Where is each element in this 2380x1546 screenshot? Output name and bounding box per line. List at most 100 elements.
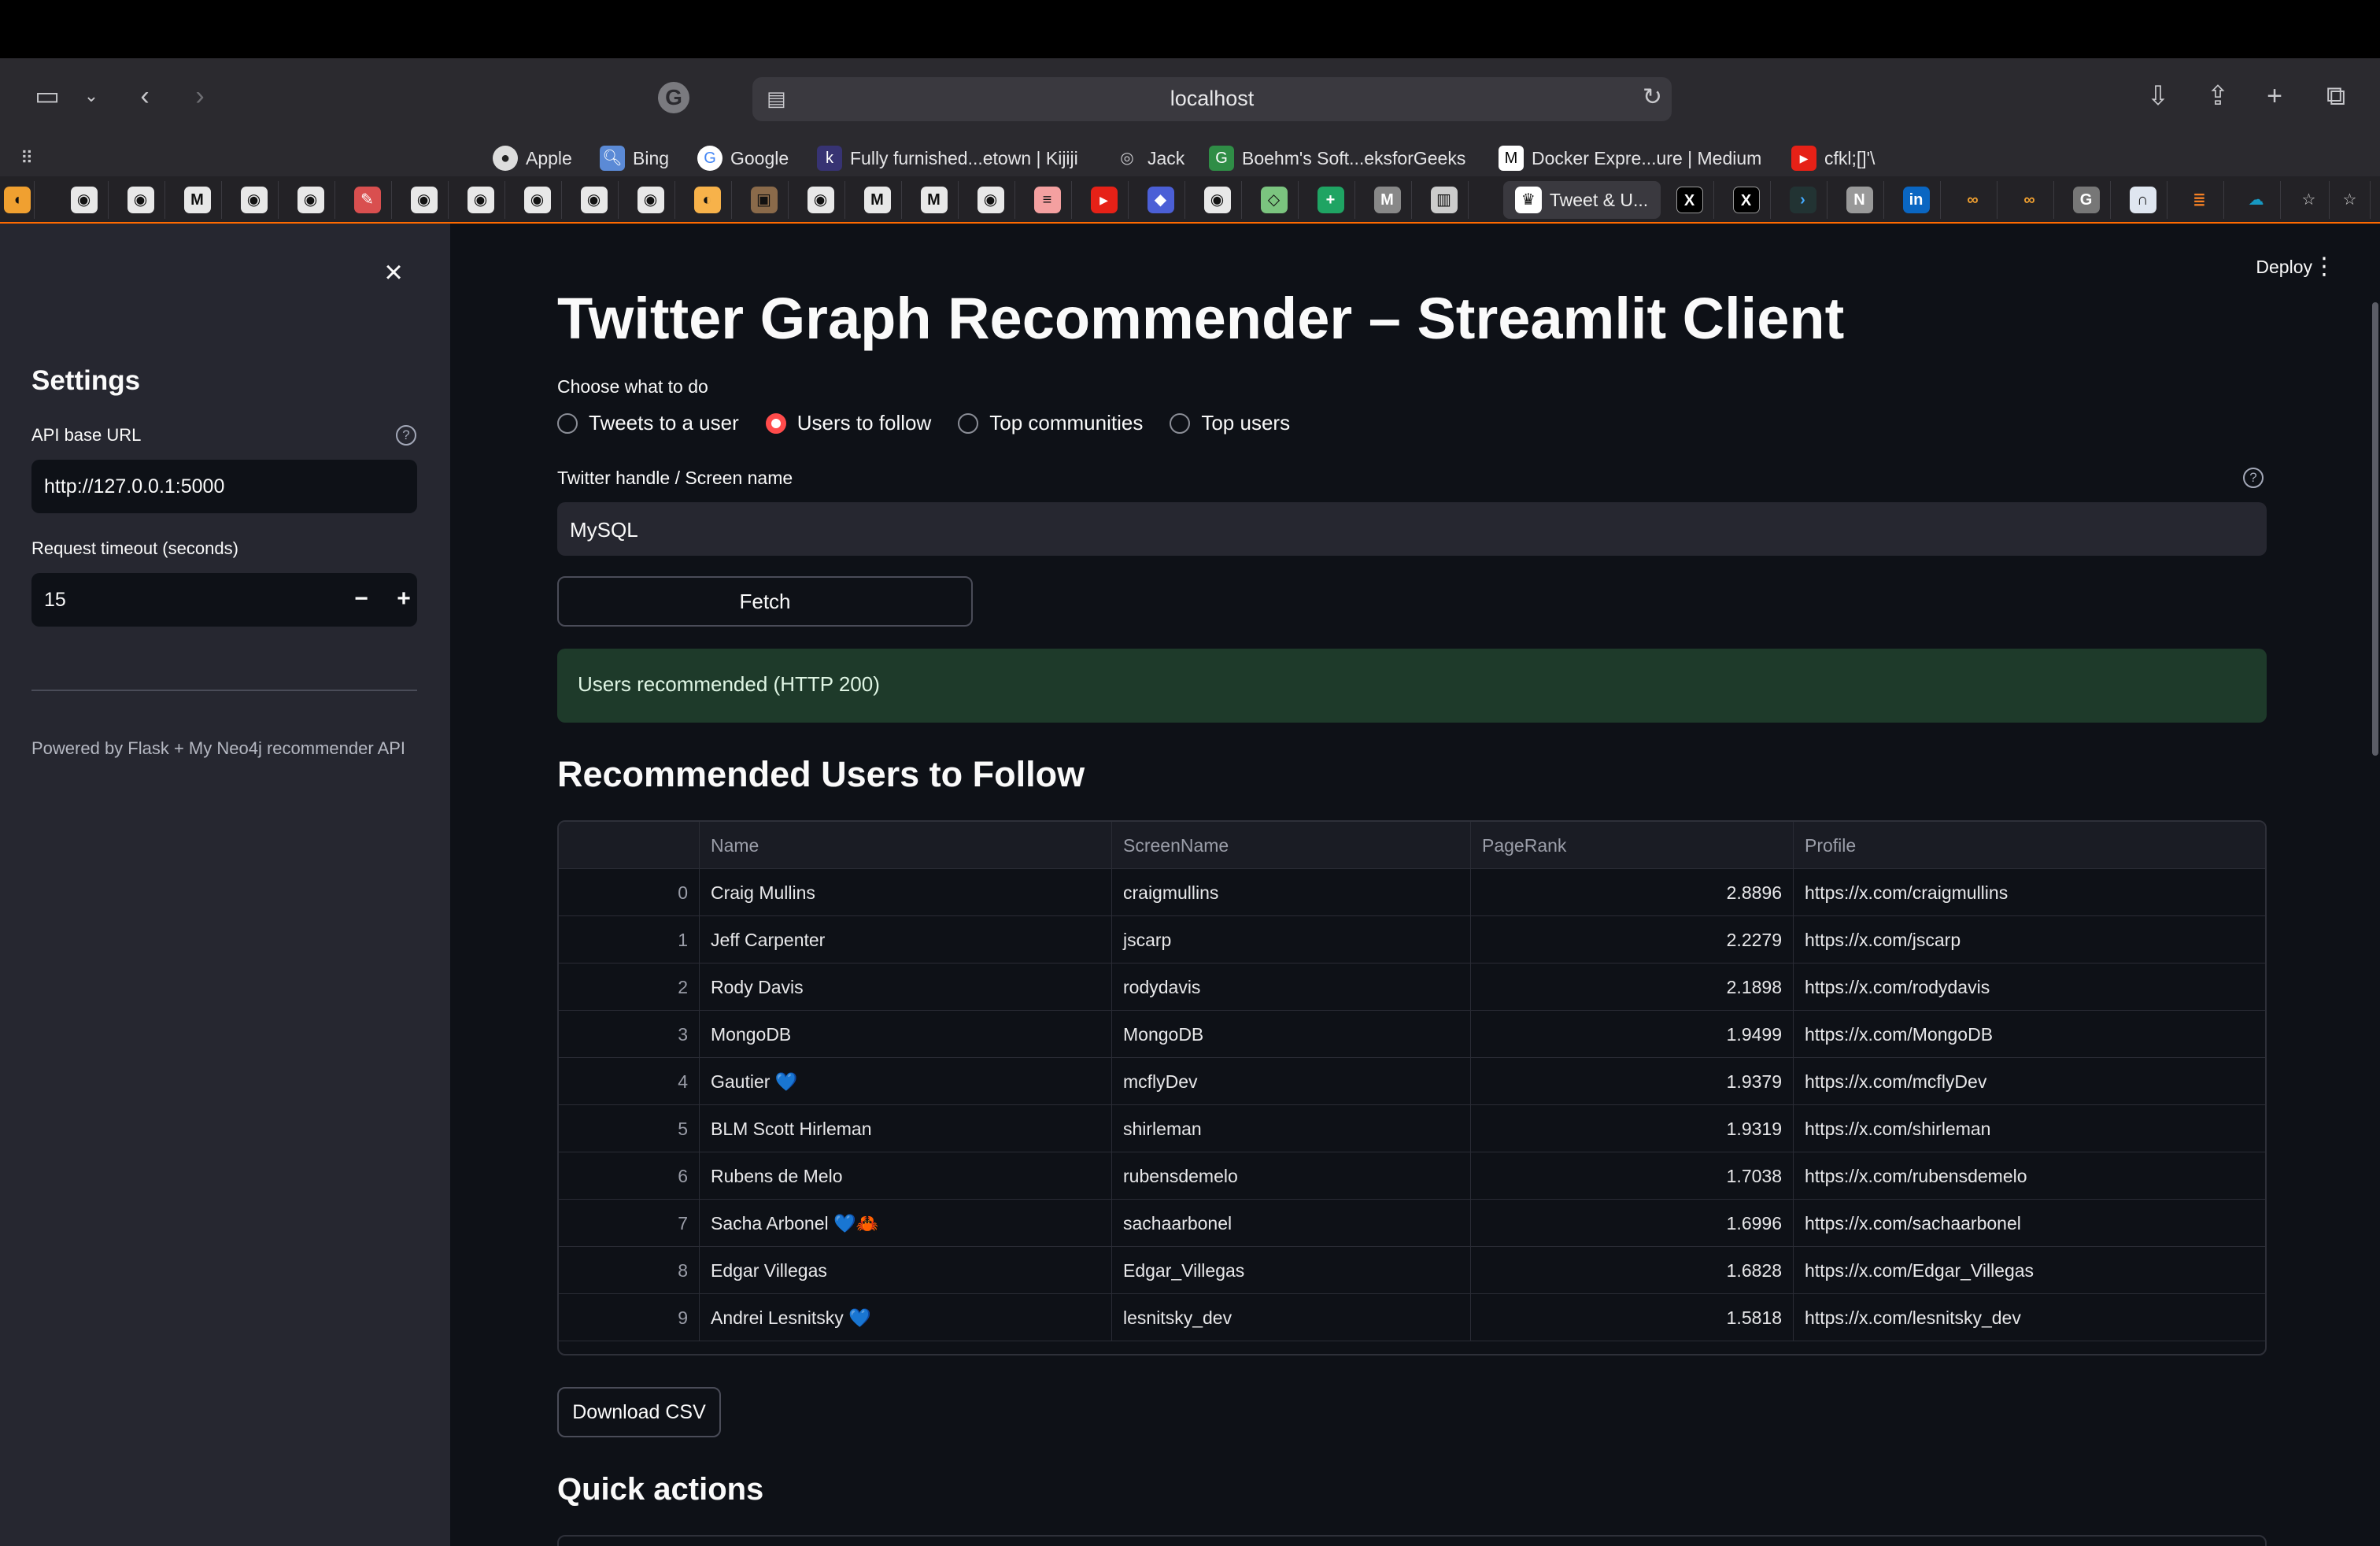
download-csv-button[interactable]: Download CSV bbox=[557, 1387, 721, 1437]
table-row[interactable]: 8 Edgar Villegas Edgar_Villegas 1.6828 https… bbox=[559, 1247, 2265, 1294]
tab-github[interactable]: ◉ bbox=[513, 181, 562, 219]
tab-github[interactable]: ◉ bbox=[966, 181, 1015, 219]
radio-top-users[interactable]: Top users bbox=[1170, 411, 1290, 435]
cell-screenname[interactable]: MongoDB bbox=[1111, 1011, 1470, 1058]
cell-profile[interactable]: https://x.com/shirleman bbox=[1793, 1105, 2265, 1152]
tab-overview-icon[interactable]: ⧉ bbox=[2317, 80, 2355, 118]
cell-pagerank[interactable]: 1.9379 bbox=[1470, 1058, 1793, 1105]
cell-screenname[interactable]: rubensdemelo bbox=[1111, 1152, 1470, 1200]
cell-name[interactable]: MongoDB bbox=[699, 1011, 1111, 1058]
cell-profile[interactable]: https://x.com/sachaarbonel bbox=[1793, 1200, 2265, 1247]
chevron-down-icon[interactable]: ⌄ bbox=[72, 80, 110, 118]
tab-salesforce[interactable]: ☁ bbox=[2232, 181, 2281, 219]
cell-profile[interactable]: https://x.com/rubensdemelo bbox=[1793, 1152, 2265, 1200]
tab-notion[interactable]: N bbox=[1835, 181, 1884, 219]
tab-linkedin[interactable]: in bbox=[1892, 181, 1941, 219]
deploy-button[interactable]: Deploy bbox=[2256, 257, 2312, 278]
tab-medium[interactable]: M bbox=[853, 181, 902, 219]
tab-page[interactable]: › bbox=[1779, 181, 1828, 219]
tab-bookmark[interactable]: ☆ bbox=[2330, 181, 2371, 219]
tab-github[interactable]: ◉ bbox=[400, 181, 449, 219]
tab-github[interactable]: ◉ bbox=[60, 181, 109, 219]
sidebar-toggle-icon[interactable]: ▭ bbox=[28, 80, 66, 118]
back-icon[interactable]: ‹ bbox=[126, 80, 164, 118]
tab-page[interactable]: ▥ bbox=[1420, 181, 1469, 219]
column-header[interactable]: PageRank bbox=[1470, 822, 1793, 869]
tab-github[interactable]: ◉ bbox=[796, 181, 845, 219]
timeout-input[interactable]: 15 bbox=[44, 589, 66, 612]
tab-page[interactable]: G bbox=[2062, 181, 2111, 219]
column-header[interactable] bbox=[559, 822, 699, 869]
tab-sheets[interactable]: + bbox=[1306, 181, 1355, 219]
cell-profile[interactable]: https://x.com/mcflyDev bbox=[1793, 1058, 2265, 1105]
cell-profile[interactable]: https://x.com/MongoDB bbox=[1793, 1011, 2265, 1058]
cell-screenname[interactable]: rodydavis bbox=[1111, 963, 1470, 1011]
column-header[interactable]: Name bbox=[699, 822, 1111, 869]
column-header[interactable]: Profile bbox=[1793, 822, 2265, 869]
tab-page[interactable]: ∞ bbox=[2005, 181, 2054, 219]
table-row[interactable]: 4 Gautier 💙 mcflyDev 1.9379 https://x.com/mc… bbox=[559, 1058, 2265, 1105]
tab-github[interactable]: ◉ bbox=[570, 181, 619, 219]
tab-page[interactable]: ∞ bbox=[1949, 181, 1998, 219]
tab-audio[interactable]: ◖ bbox=[0, 181, 35, 219]
tab-github[interactable]: ◉ bbox=[230, 181, 279, 219]
help-icon[interactable]: ? bbox=[396, 425, 416, 446]
fetch-button[interactable]: Fetch bbox=[557, 576, 973, 627]
cell-name[interactable]: Andrei Lesnitsky 💙 bbox=[699, 1294, 1111, 1341]
table-row[interactable]: 9 Andrei Lesnitsky 💙 lesnitsky_dev 1.5818 ht… bbox=[559, 1294, 2265, 1341]
cell-profile[interactable]: https://x.com/jscarp bbox=[1793, 916, 2265, 963]
cell-screenname[interactable]: shirleman bbox=[1111, 1105, 1470, 1152]
cell-name[interactable]: BLM Scott Hirleman bbox=[699, 1105, 1111, 1152]
cell-name[interactable]: Edgar Villegas bbox=[699, 1247, 1111, 1294]
tab-github[interactable]: ◉ bbox=[1193, 181, 1242, 219]
increment-button[interactable]: + bbox=[382, 573, 425, 627]
cell-pagerank[interactable]: 2.1898 bbox=[1470, 963, 1793, 1011]
cell-name[interactable]: Sacha Arbonel 💙🦀 bbox=[699, 1200, 1111, 1247]
table-row[interactable]: 5 BLM Scott Hirleman shirleman 1.9319 https:… bbox=[559, 1105, 2265, 1152]
tab-github[interactable]: ◉ bbox=[116, 181, 165, 219]
tab-page[interactable]: ✎ bbox=[343, 181, 392, 219]
table-row[interactable]: 6 Rubens de Melo rubensdemelo 1.7038 https:/… bbox=[559, 1152, 2265, 1200]
tab-github[interactable]: ◉ bbox=[626, 181, 675, 219]
cell-name[interactable]: Jeff Carpenter bbox=[699, 916, 1111, 963]
tab-stackoverflow[interactable]: ≣ bbox=[2175, 181, 2224, 219]
more-menu-icon[interactable]: ⋮ bbox=[2312, 255, 2336, 279]
tab-github[interactable]: ◉ bbox=[456, 181, 505, 219]
download-icon[interactable]: ⇩ bbox=[2139, 80, 2177, 118]
cell-name[interactable]: Craig Mullins bbox=[699, 869, 1111, 916]
close-icon[interactable]: × bbox=[378, 257, 409, 288]
tab-medium[interactable]: M bbox=[173, 181, 222, 219]
users-table[interactable]: Name ScreenName PageRank Profile 0 Craig … bbox=[557, 820, 2267, 1356]
scrollbar[interactable] bbox=[2372, 302, 2378, 756]
tab-page[interactable]: ≡ bbox=[1023, 181, 1072, 219]
new-tab-icon[interactable]: + bbox=[2256, 80, 2293, 118]
tab-page[interactable]: ∩ bbox=[2119, 181, 2168, 219]
radio-top-communities[interactable]: Top communities bbox=[958, 411, 1143, 435]
share-icon[interactable]: ⇪ bbox=[2199, 80, 2237, 118]
table-row[interactable]: 7 Sacha Arbonel 💙🦀 sachaarbonel 1.6996 https… bbox=[559, 1200, 2265, 1247]
favorites-grid-icon[interactable]: ⠿ bbox=[20, 143, 33, 173]
api-url-input[interactable]: http://127.0.0.1:5000 bbox=[31, 460, 417, 513]
column-header[interactable]: ScreenName bbox=[1111, 822, 1470, 869]
table-row[interactable]: 2 Rody Davis rodydavis 2.1898 https://x.com/… bbox=[559, 963, 2265, 1011]
cell-profile[interactable]: https://x.com/Edgar_Villegas bbox=[1793, 1247, 2265, 1294]
cell-profile[interactable]: https://x.com/rodydavis bbox=[1793, 963, 2265, 1011]
decrement-button[interactable]: − bbox=[340, 573, 382, 627]
cell-screenname[interactable]: sachaarbonel bbox=[1111, 1200, 1470, 1247]
handle-input[interactable]: MySQL bbox=[557, 502, 2267, 556]
cell-name[interactable]: Rubens de Melo bbox=[699, 1152, 1111, 1200]
cell-pagerank[interactable]: 1.9499 bbox=[1470, 1011, 1793, 1058]
tab-github[interactable]: ◉ bbox=[286, 181, 335, 219]
table-row[interactable]: 1 Jeff Carpenter jscarp 2.2279 https://x.com… bbox=[559, 916, 2265, 963]
favorite-medium[interactable]: M Docker Expre...ure | Medium bbox=[1499, 143, 1761, 173]
favorite-apple[interactable]: ● Apple bbox=[493, 143, 572, 173]
cell-pagerank[interactable]: 1.6996 bbox=[1470, 1200, 1793, 1247]
table-row[interactable]: 3 MongoDB MongoDB 1.9499 https://x.com/Mongo… bbox=[559, 1011, 2265, 1058]
address-bar[interactable]: ▤ localhost ↻ bbox=[752, 77, 1672, 121]
tab-youtube[interactable]: ▶ bbox=[1080, 181, 1129, 219]
cell-screenname[interactable]: craigmullins bbox=[1111, 869, 1470, 916]
cell-pagerank[interactable]: 2.2279 bbox=[1470, 916, 1793, 963]
help-icon[interactable]: ? bbox=[2243, 468, 2264, 488]
cell-pagerank[interactable]: 1.6828 bbox=[1470, 1247, 1793, 1294]
tab-page[interactable]: ▣ bbox=[740, 181, 789, 219]
